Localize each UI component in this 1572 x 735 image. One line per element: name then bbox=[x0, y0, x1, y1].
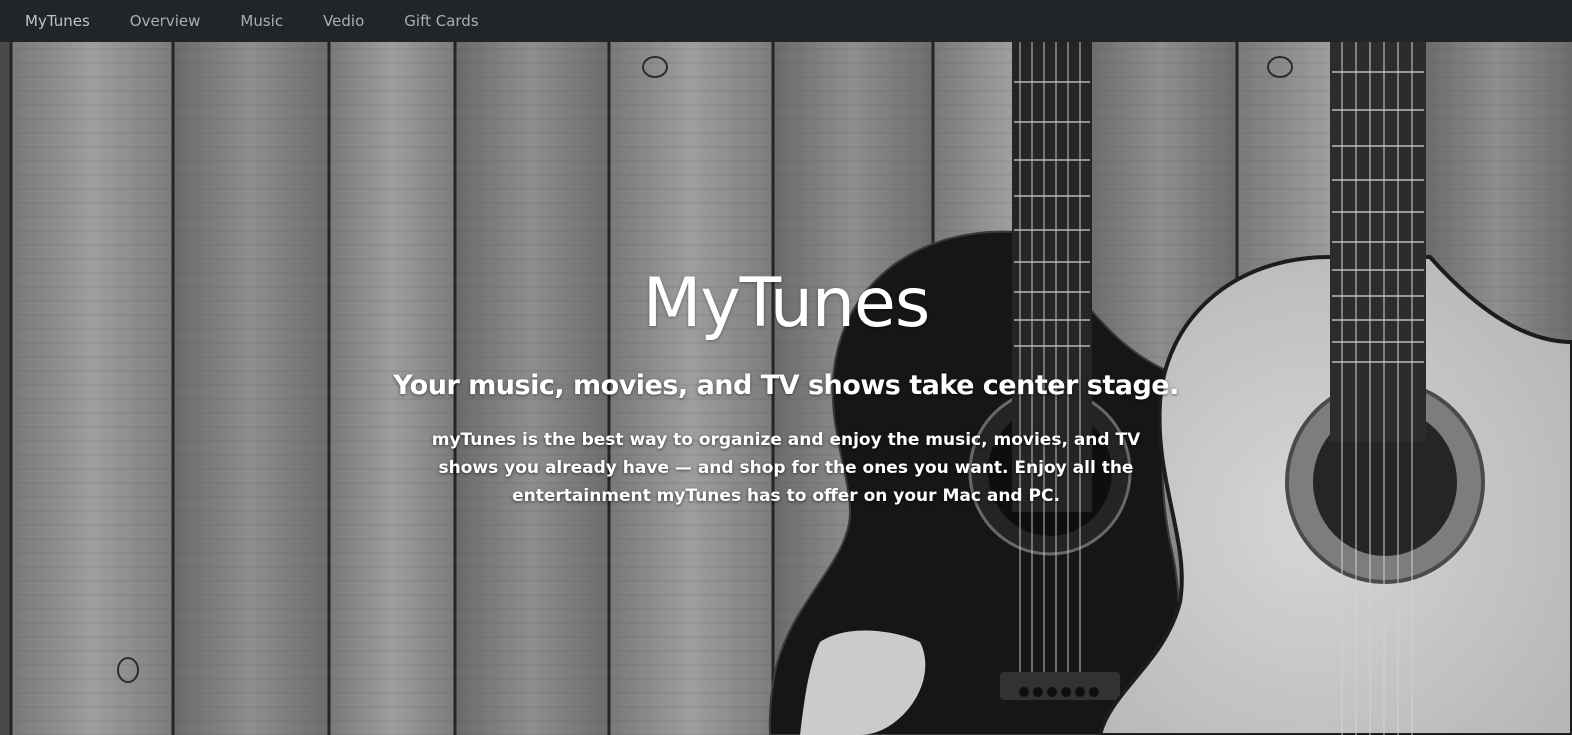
hero-content: MyTunes Your music, movies, and TV shows… bbox=[0, 42, 1572, 735]
nav-link-overview[interactable]: Overview bbox=[130, 12, 201, 30]
hero-subtitle: Your music, movies, and TV shows take ce… bbox=[393, 370, 1179, 401]
nav-link-gift-cards[interactable]: Gift Cards bbox=[404, 12, 478, 30]
top-navbar: MyTunes Overview Music Vedio Gift Cards bbox=[0, 0, 1572, 42]
nav-link-music[interactable]: Music bbox=[240, 12, 283, 30]
hero-title: MyTunes bbox=[642, 264, 931, 343]
hero-description: myTunes is the best way to organize and … bbox=[431, 430, 1141, 506]
hero-section: MyTunes Your music, movies, and TV shows… bbox=[0, 42, 1572, 735]
nav-link-vedio[interactable]: Vedio bbox=[323, 12, 364, 30]
nav-brand-mytunes[interactable]: MyTunes bbox=[25, 12, 90, 30]
